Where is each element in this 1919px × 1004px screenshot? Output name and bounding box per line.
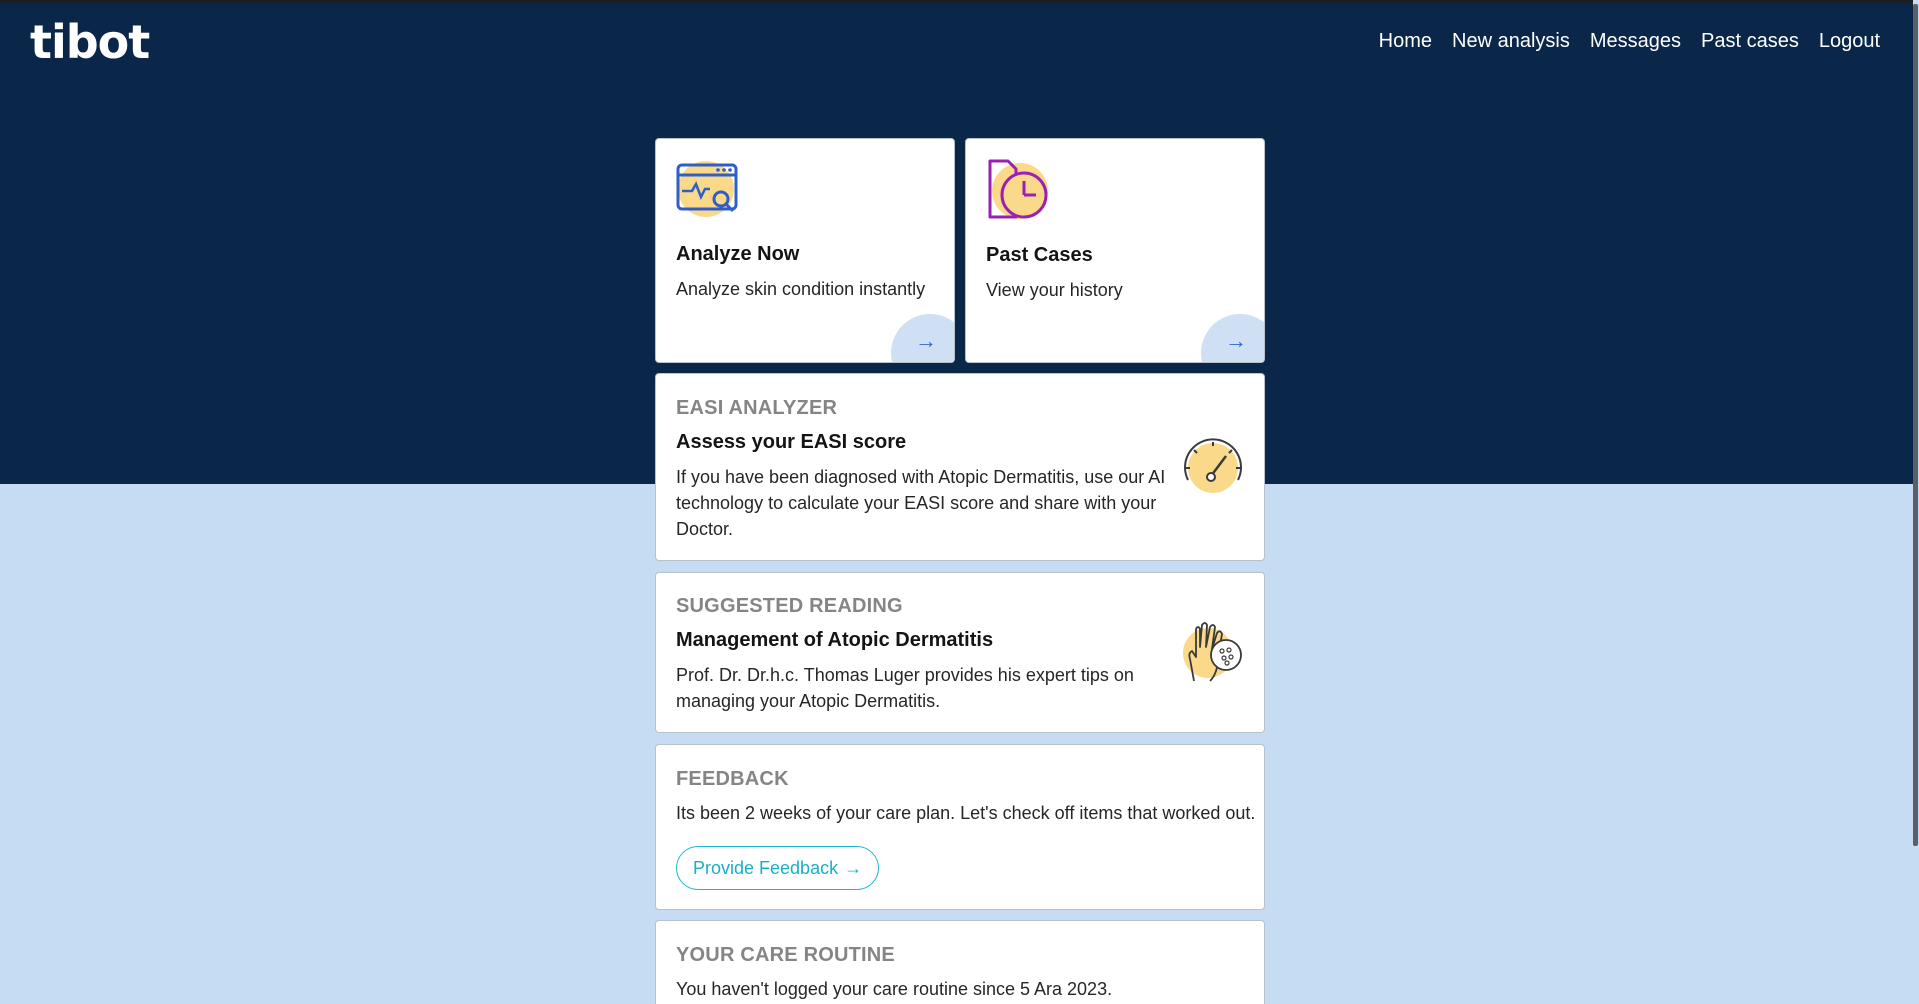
past-cases-title: Past Cases: [986, 244, 1093, 266]
top-nav: Home New analysis Messages Past cases Lo…: [1379, 30, 1880, 53]
arrow-right-icon: →: [1225, 328, 1247, 353]
feedback-section-label: FEEDBACK: [676, 768, 789, 790]
document-clock-icon: [986, 157, 1050, 228]
feedback-card: FEEDBACK Its been 2 weeks of your care p…: [655, 744, 1265, 910]
nav-messages[interactable]: Messages: [1590, 30, 1681, 53]
nav-new-analysis[interactable]: New analysis: [1452, 30, 1570, 53]
nav-past-cases[interactable]: Past cases: [1701, 30, 1799, 53]
arrow-right-icon: →: [844, 857, 863, 878]
reading-title: Management of Atopic Dermatitis: [676, 629, 994, 651]
provide-feedback-label: Provide Feedback: [693, 857, 839, 878]
analyze-now-subtitle: Analyze skin condition instantly: [676, 279, 926, 299]
analyze-now-arrow-button[interactable]: →: [891, 314, 954, 362]
care-routine-card[interactable]: YOUR CARE ROUTINE You haven't logged you…: [655, 920, 1265, 1004]
scrollbar-thumb[interactable]: [1913, 4, 1918, 846]
analyze-now-title: Analyze Now: [676, 243, 800, 265]
nav-home[interactable]: Home: [1379, 30, 1432, 53]
gauge-icon: [1180, 436, 1246, 505]
past-cases-card[interactable]: Past Cases View your history →: [965, 138, 1265, 363]
reading-description: Prof. Dr. Dr.h.c. Thomas Luger provides …: [676, 665, 1134, 711]
past-cases-subtitle: View your history: [986, 280, 1123, 300]
easi-description: If you have been diagnosed with Atopic D…: [676, 467, 1166, 539]
easi-section-label: EASI ANALYZER: [676, 397, 838, 419]
hand-skin-icon: [1180, 617, 1246, 690]
reading-section-label: SUGGESTED READING: [676, 595, 903, 617]
routine-description: You haven't logged your care routine sin…: [676, 979, 1113, 999]
easi-analyzer-card[interactable]: EASI ANALYZER Assess your EASI score If …: [655, 373, 1265, 561]
arrow-right-icon: →: [915, 328, 937, 353]
nav-logout[interactable]: Logout: [1819, 30, 1880, 53]
logo[interactable]: tibot: [30, 15, 150, 69]
logo-text: tibot: [30, 15, 150, 69]
easi-title: Assess your EASI score: [676, 431, 907, 453]
past-cases-arrow-button[interactable]: →: [1201, 314, 1264, 362]
feedback-description: Its been 2 weeks of your care plan. Let'…: [676, 803, 1256, 823]
suggested-reading-card[interactable]: SUGGESTED READING Management of Atopic D…: [655, 572, 1265, 733]
analyze-now-card[interactable]: Analyze Now Analyze skin condition insta…: [655, 138, 955, 363]
browser-scan-icon: [676, 159, 740, 226]
provide-feedback-button[interactable]: Provide Feedback →: [676, 846, 880, 890]
routine-section-label: YOUR CARE ROUTINE: [676, 944, 895, 966]
